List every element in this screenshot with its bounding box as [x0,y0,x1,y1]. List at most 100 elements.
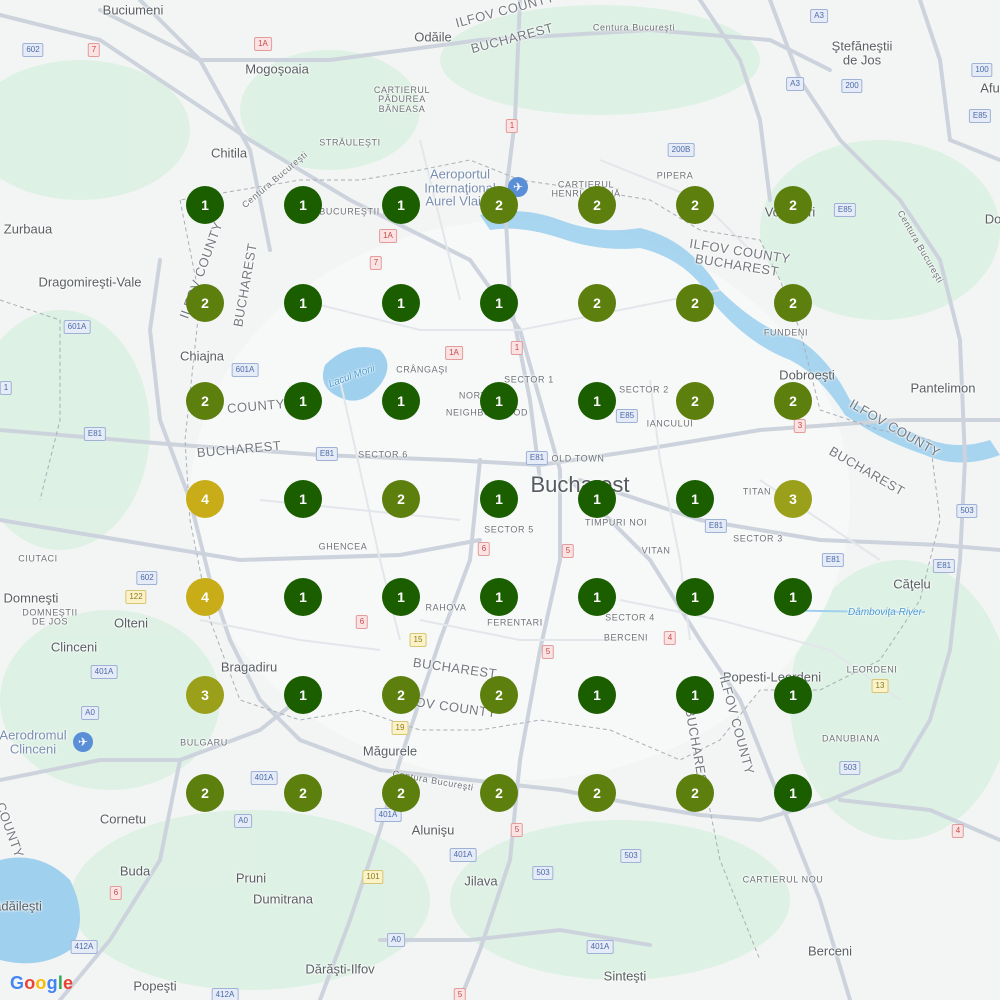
cluster-marker-r5-c3[interactable]: 1 [382,578,420,616]
cluster-marker-r6-c4[interactable]: 2 [480,676,518,714]
place-label-bragadiru: Bragadiru [220,659,278,675]
cluster-marker-r5-c6[interactable]: 1 [676,578,714,616]
place-label-domnestii-jos: DOMNEŞTII DE JOS [22,607,78,627]
road-shield-s401a: 401A [90,665,118,679]
road-shield-s1-top: 1 [505,119,519,133]
road-shield-s100: 100 [971,63,993,77]
place-label-pantelimon: Pantelimon [910,380,976,396]
cluster-marker-r6-c3[interactable]: 2 [382,676,420,714]
cluster-marker-r2-c2[interactable]: 1 [284,284,322,322]
cluster-marker-r7-c2[interactable]: 2 [284,774,322,812]
road-shield-s503d: 503 [532,866,554,880]
cluster-marker-r3-c1[interactable]: 2 [186,382,224,420]
map-canvas[interactable]: Buciumeni Odăile ILFOV COUNTY BUCHAREST Cent… [0,0,1000,1000]
place-label-buda: Buda [119,863,151,879]
place-label-cartierul-nou: CARTIERUL NOU [742,874,824,885]
road-shield-s1-c: 1 [510,341,524,355]
cluster-marker-r3-c7[interactable]: 2 [774,382,812,420]
place-label-vadalesti: ădăileşti [0,898,42,914]
cluster-marker-r7-c1[interactable]: 2 [186,774,224,812]
cluster-marker-r1-c7[interactable]: 2 [774,186,812,224]
road-shield-s4a: 4 [663,631,677,645]
cluster-marker-r7-c3[interactable]: 2 [382,774,420,812]
place-label-dambovita: Dâmboviţa River [848,607,922,618]
place-label-pipera: PIPERA [656,170,694,181]
cluster-marker-r6-c2[interactable]: 1 [284,676,322,714]
cluster-marker-r5-c1[interactable]: 4 [186,578,224,616]
road-shield-s412a-b: 412A [211,988,239,1000]
cluster-marker-r5-c7[interactable]: 1 [774,578,812,616]
cluster-marker-r6-c5[interactable]: 1 [578,676,616,714]
cluster-marker-r6-c7[interactable]: 1 [774,676,812,714]
place-label-iancului: IANCULUI [646,418,694,429]
cluster-marker-r3-c5[interactable]: 1 [578,382,616,420]
road-shield-s15: 15 [409,633,427,647]
cluster-marker-r3-c3[interactable]: 1 [382,382,420,420]
cluster-marker-r4-c3[interactable]: 2 [382,480,420,518]
cluster-marker-r1-c2[interactable]: 1 [284,186,322,224]
cluster-marker-r1-c3[interactable]: 1 [382,186,420,224]
place-label-buciumeni: Buciumeni [102,2,164,18]
road-shield-s6b: 6 [355,615,369,629]
cluster-marker-r3-c4[interactable]: 1 [480,382,518,420]
place-label-bulgaru: BULGARU [180,737,228,748]
cluster-marker-r4-c6[interactable]: 1 [676,480,714,518]
place-label-crangasi: CRÂNGAŞI [396,364,448,375]
road-shield-sa0a: A0 [81,706,99,720]
place-label-stefanestii: Ştefăneştii de Jos [831,38,893,67]
place-label-oldtown: OLD TOWN [551,453,605,464]
road-shield-s5d: 5 [453,988,467,1000]
road-shield-se81f: E81 [932,559,956,573]
cluster-marker-r5-c2[interactable]: 1 [284,578,322,616]
cluster-marker-r7-c5[interactable]: 2 [578,774,616,812]
road-shield-sa0c: A0 [387,933,405,947]
road-shield-se85c: E85 [615,409,639,423]
cluster-marker-r6-c6[interactable]: 1 [676,676,714,714]
road-shield-se85b: E85 [968,109,992,123]
cluster-marker-r2-c4[interactable]: 1 [480,284,518,322]
cluster-marker-r2-c7[interactable]: 2 [774,284,812,322]
road-shield-s6c: 6 [109,886,123,900]
place-label-jilava: Jilava [464,873,498,889]
cluster-marker-r4-c7[interactable]: 3 [774,480,812,518]
road-shield-se81e: E81 [821,553,845,567]
place-label-afu: Afu [980,80,1000,96]
cluster-marker-r1-c5[interactable]: 2 [578,186,616,224]
road-shield-se81b: E81 [315,447,339,461]
cluster-marker-r7-c6[interactable]: 2 [676,774,714,812]
cluster-marker-r3-c6[interactable]: 2 [676,382,714,420]
road-shield-se81a: E81 [83,427,107,441]
road-shield-sa0b: A0 [234,814,252,828]
cluster-marker-r6-c1[interactable]: 3 [186,676,224,714]
road-shield-s101: 101 [362,870,384,884]
road-shield-sa3b: A3 [786,77,804,91]
road-shield-s3: 3 [793,419,807,433]
cluster-marker-r7-c7[interactable]: 1 [774,774,812,812]
cluster-marker-r4-c4[interactable]: 1 [480,480,518,518]
cluster-marker-r5-c5[interactable]: 1 [578,578,616,616]
cluster-marker-r2-c1[interactable]: 2 [186,284,224,322]
cluster-marker-r4-c1[interactable]: 4 [186,480,224,518]
cluster-marker-r1-c1[interactable]: 1 [186,186,224,224]
cluster-marker-r1-c4[interactable]: 2 [480,186,518,224]
place-label-chiajna: Chiajna [179,348,225,364]
road-shield-s19: 19 [391,721,409,735]
place-label-zurbaua: Zurbaua [3,221,53,237]
cluster-marker-r2-c3[interactable]: 1 [382,284,420,322]
place-label-ghencea: GHENCEA [318,541,368,552]
place-label-do: Do [984,211,1000,227]
cluster-marker-r3-c2[interactable]: 1 [284,382,322,420]
road-shield-s602b: 602 [136,571,158,585]
cluster-marker-r2-c6[interactable]: 2 [676,284,714,322]
cluster-marker-r4-c5[interactable]: 1 [578,480,616,518]
cluster-marker-r1-c6[interactable]: 2 [676,186,714,224]
cluster-marker-r2-c5[interactable]: 2 [578,284,616,322]
cluster-marker-r4-c2[interactable]: 1 [284,480,322,518]
place-label-mogosoaia: Mogoşoaia [245,61,309,77]
cluster-marker-r7-c4[interactable]: 2 [480,774,518,812]
place-label-leordeni: LEORDENI [846,664,898,675]
road-shield-s5c: 5 [510,823,524,837]
google-logo[interactable]: Google [10,973,73,994]
cluster-marker-r5-c4[interactable]: 1 [480,578,518,616]
road-shield-se85a: E85 [833,203,857,217]
